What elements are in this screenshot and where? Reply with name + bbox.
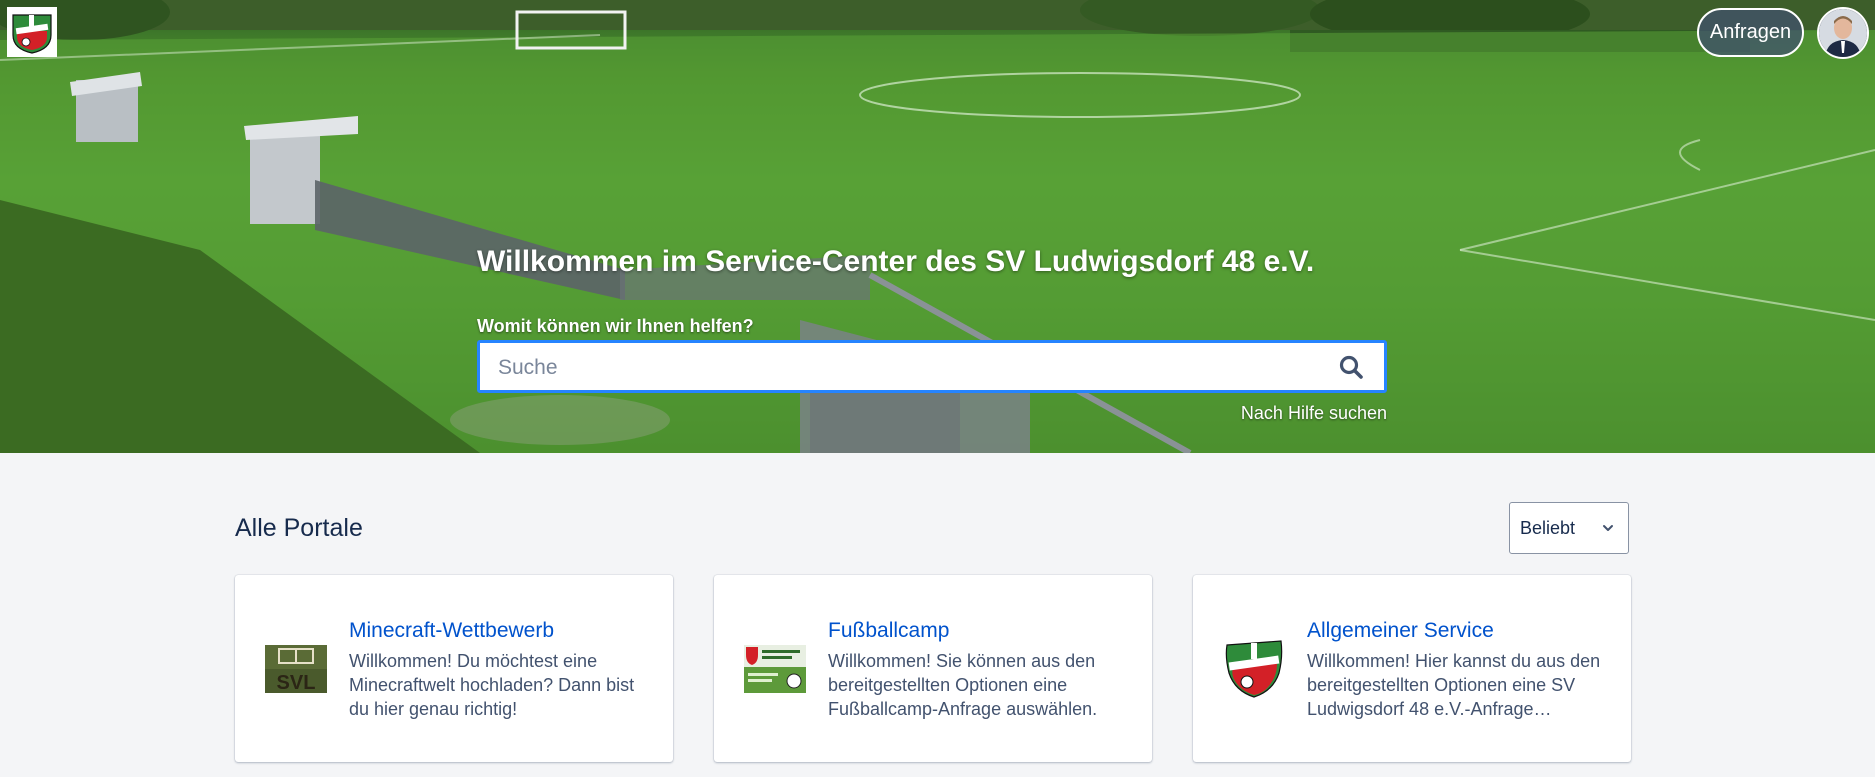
search-input[interactable] — [496, 343, 1320, 392]
portal-card-fussballcamp[interactable]: Fußballcamp Willkommen! Sie können aus d… — [714, 575, 1152, 762]
sort-selected-value: Beliebt — [1520, 517, 1576, 538]
svg-text:SVL: SVL — [277, 672, 316, 693]
club-crest-icon — [12, 14, 52, 54]
portal-card-minecraft[interactable]: SVL Minecraft-Wettbewerb Willkommen! Du … — [235, 575, 673, 762]
search-icon[interactable] — [1338, 354, 1364, 380]
section-title: Alle Portale — [235, 514, 363, 542]
portal-card-allgemeiner-service[interactable]: Allgemeiner Service Willkommen! Hier kan… — [1193, 575, 1631, 762]
chevron-down-icon — [1603, 525, 1613, 531]
club-crest-icon — [1225, 640, 1283, 698]
portal-card-description: Willkommen! Sie können aus den bereitges… — [828, 651, 1098, 719]
football-camp-flyer-icon — [744, 645, 806, 693]
portal-card-description: Willkommen! Du möchtest eine Minecraftwe… — [349, 651, 635, 719]
portal-card-title[interactable]: Fußballcamp — [828, 619, 949, 643]
requests-button[interactable]: Anfragen — [1697, 8, 1804, 57]
sort-dropdown[interactable]: Beliebt — [1509, 502, 1629, 554]
hero-banner: Anfragen Willkommen im Service-Center de… — [0, 0, 1875, 453]
minecraft-svl-icon: SVL — [265, 645, 327, 693]
search-help-link[interactable]: Nach Hilfe suchen — [1241, 403, 1387, 424]
user-avatar-icon[interactable] — [1817, 7, 1869, 59]
page-title: Willkommen im Service-Center des SV Ludw… — [477, 245, 1315, 278]
portal-card-title[interactable]: Allgemeiner Service — [1307, 619, 1494, 643]
user-avatar-icon — [1819, 9, 1867, 57]
club-crest-icon[interactable] — [7, 7, 57, 57]
search-field[interactable] — [477, 340, 1387, 393]
portal-card-title[interactable]: Minecraft-Wettbewerb — [349, 619, 554, 643]
portal-card-description: Willkommen! Hier kannst du aus den berei… — [1307, 651, 1601, 719]
search-label: Womit können wir Ihnen helfen? — [477, 316, 754, 336]
